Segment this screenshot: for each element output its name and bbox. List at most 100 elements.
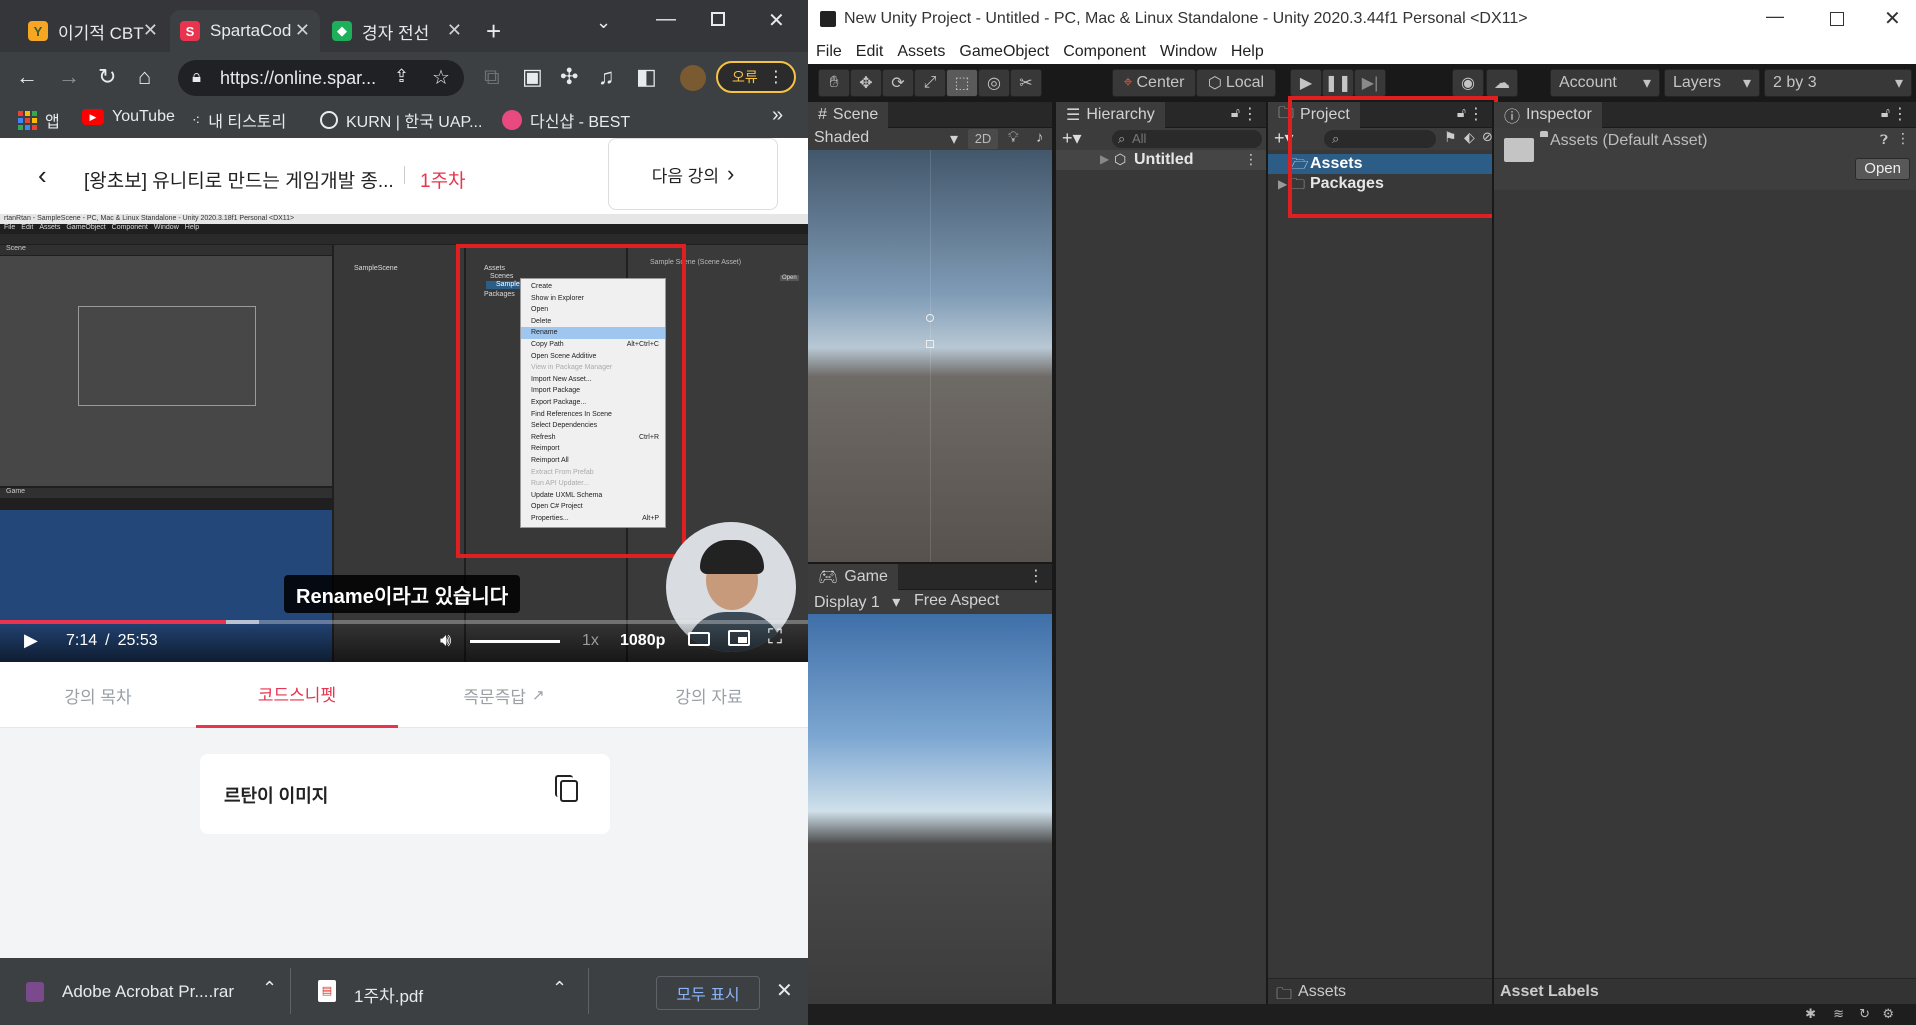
bookmark-star-icon[interactable]: ☆ — [432, 65, 450, 90]
rect-tool-icon[interactable]: ⬚ — [946, 69, 978, 97]
tab-news[interactable]: ◆ 경자 전선 ✕ — [322, 10, 472, 52]
inspector-tab[interactable]: ⓘ Inspector — [1494, 102, 1602, 128]
volume-icon[interactable]: 🔊︎ — [440, 630, 451, 651]
new-tab-button[interactable]: + — [486, 16, 501, 47]
close-window-icon[interactable]: ✕ — [768, 8, 785, 33]
open-asset-button[interactable]: Open — [1855, 158, 1910, 180]
play-button-icon[interactable]: ▶ — [24, 630, 38, 651]
side-panel-icon[interactable]: ◧ — [636, 64, 657, 90]
chevron-up-icon[interactable]: ⌃ — [552, 978, 567, 999]
menu-assets[interactable]: Assets — [897, 43, 945, 61]
tab-cbt[interactable]: Y 이기적 CBT ✕ — [18, 10, 168, 52]
custom-tool-icon[interactable]: ✂︎ — [1010, 69, 1042, 97]
copy-icon[interactable] — [555, 775, 578, 802]
bookmark-kurn[interactable]: KURN | 한국 UAP... — [320, 108, 482, 132]
back-icon[interactable]: ← — [16, 64, 38, 90]
shading-mode-dropdown[interactable]: Shaded ▾ — [814, 129, 962, 149]
display-dropdown[interactable]: Display 1 ▾ — [814, 592, 900, 612]
aspect-dropdown[interactable]: Free Aspect — [914, 592, 999, 610]
lock-icon[interactable]: 🔓︎ — [1881, 104, 1890, 121]
home-icon[interactable]: ⌂ — [138, 64, 151, 90]
tab-materials[interactable]: 강의 자료 — [610, 662, 808, 728]
layers-dropdown[interactable]: Layers ▾ — [1664, 69, 1760, 97]
fullscreen-icon[interactable]: ⛶ — [768, 626, 782, 649]
reload-icon[interactable]: ↻ — [98, 64, 116, 90]
bug-icon[interactable]: ✱ — [1805, 1006, 1816, 1022]
hand-tool-icon[interactable]: ✋︎ — [818, 69, 850, 97]
create-button[interactable]: +▾ — [1062, 128, 1082, 149]
maximize-icon[interactable] — [1830, 12, 1844, 26]
cloud-icon[interactable]: ☁ — [1486, 69, 1518, 97]
2d-toggle[interactable]: 2D — [968, 129, 998, 149]
minimize-icon[interactable]: — — [656, 8, 676, 31]
volume-slider[interactable] — [470, 640, 560, 643]
scene-tab[interactable]: # Scene — [808, 102, 889, 128]
collab-icon[interactable]: ◉ — [1452, 69, 1484, 97]
pip-icon[interactable] — [728, 630, 750, 646]
speed-button[interactable]: 1x — [582, 632, 599, 650]
menu-gameobject[interactable]: GameObject — [959, 43, 1049, 61]
close-tab-icon[interactable]: ✕ — [143, 20, 158, 41]
scale-tool-icon[interactable]: ⤢ — [914, 69, 946, 97]
bookmark-tistory[interactable]: ⁖ 내 티스토리 — [192, 108, 286, 132]
kebab-menu-icon[interactable]: ⋮ — [1244, 151, 1258, 168]
kebab-menu-icon[interactable]: ⋮ — [1896, 130, 1910, 147]
tab-search-icon[interactable]: ⌄ — [596, 12, 611, 33]
transform-tool-icon[interactable]: ◎ — [978, 69, 1010, 97]
tab-toc[interactable]: 강의 목차 — [0, 662, 196, 728]
close-tab-icon[interactable]: ✕ — [447, 20, 462, 41]
bookmark-youtube[interactable]: ▶ YouTube — [82, 108, 175, 126]
menu-edit[interactable]: Edit — [856, 43, 884, 61]
bookmarks-overflow-button[interactable]: » — [772, 104, 783, 127]
close-downloads-icon[interactable]: ✕ — [776, 978, 793, 1003]
seek-bar[interactable] — [0, 620, 808, 624]
forward-icon[interactable]: → — [58, 64, 80, 90]
play-button-icon[interactable]: ▶ — [1290, 69, 1322, 97]
menu-help[interactable]: Help — [1231, 43, 1264, 61]
show-all-downloads-button[interactable]: 모두 표시 — [656, 976, 760, 1010]
captions-icon[interactable] — [688, 632, 710, 646]
tab-qna[interactable]: 즉문즉답 ↗ — [398, 662, 610, 728]
error-badge-button[interactable]: 오류 ⋮ — [716, 61, 796, 93]
kebab-menu-icon[interactable]: ⋮ — [1892, 104, 1908, 124]
account-dropdown[interactable]: Account ▾ — [1550, 69, 1660, 97]
profile-avatar[interactable] — [680, 65, 706, 91]
kebab-menu-icon[interactable]: ⋮ — [1242, 104, 1258, 124]
download-item-acrobat[interactable]: Adobe Acrobat Pr....rar ⌃ — [0, 958, 290, 1025]
bookmark-dashinshop[interactable]: 다신샵 - BEST — [502, 108, 630, 132]
video-player[interactable]: rtanRtan - SampleScene - PC, Mac & Linux… — [0, 214, 808, 662]
kebab-menu-icon[interactable]: ⋮ — [768, 67, 784, 87]
download-item-pdf[interactable]: ▤ 1주차.pdf ⌃ — [296, 958, 586, 1025]
lighting-icon[interactable]: 💡︎ — [1008, 129, 1019, 146]
foldout-arrow-icon[interactable]: ▶ — [1100, 152, 1109, 166]
pause-button-icon[interactable]: ❚❚ — [1322, 69, 1354, 97]
step-button-icon[interactable]: ▶| — [1354, 69, 1386, 97]
maximize-icon[interactable] — [711, 12, 725, 26]
layout-dropdown[interactable]: 2 by 3 ▾ — [1764, 69, 1912, 97]
back-chevron-icon[interactable]: ‹ — [38, 160, 47, 191]
foldout-arrow-icon[interactable]: ▶ — [1278, 177, 1287, 191]
audio-icon[interactable]: ♪ — [1036, 129, 1044, 146]
quality-button[interactable]: 1080p — [620, 632, 665, 650]
address-bar[interactable]: 🔒︎ https://online.spar... ⇪ ☆ — [178, 60, 464, 96]
scene-view[interactable] — [808, 150, 1052, 562]
menu-file[interactable]: File — [816, 43, 842, 61]
next-lecture-button[interactable]: 다음 강의 › — [608, 138, 778, 210]
auto-refresh-icon[interactable]: ↻ — [1859, 1006, 1870, 1022]
pivot-local-button[interactable]: ⬡ Local — [1196, 69, 1276, 97]
game-tab[interactable]: 🎮︎ Game — [808, 564, 898, 590]
move-tool-icon[interactable]: ✥ — [850, 69, 882, 97]
media-icon[interactable]: ♫ — [598, 64, 615, 90]
kebab-menu-icon[interactable]: ⋮ — [1028, 566, 1044, 586]
tab-copy-icon[interactable]: ⧉ — [484, 64, 500, 90]
close-window-icon[interactable]: ✕ — [1884, 6, 1901, 31]
help-icon[interactable]: ❓︎ — [1880, 132, 1888, 148]
bookmark-apps[interactable]: 앱 — [18, 108, 60, 132]
minimize-icon[interactable]: — — [1766, 6, 1784, 27]
layers-stack-icon[interactable]: ≋ — [1833, 1006, 1844, 1022]
extensions-icon[interactable]: ✣ — [560, 64, 578, 90]
close-tab-icon[interactable]: ✕ — [295, 20, 310, 41]
image-icon[interactable]: ▣ — [522, 64, 543, 90]
menu-component[interactable]: Component — [1063, 43, 1146, 61]
menu-window[interactable]: Window — [1160, 43, 1217, 61]
